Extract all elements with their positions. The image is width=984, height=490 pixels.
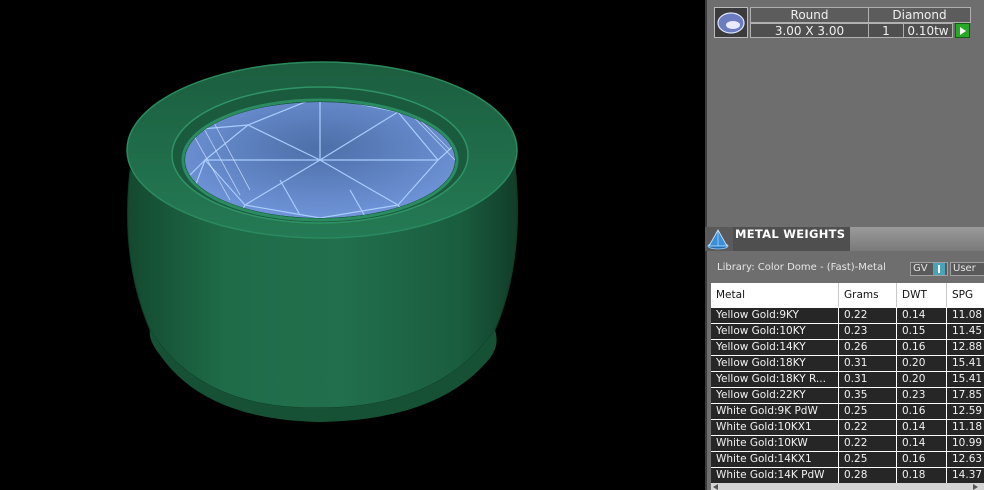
cell-metal: White Gold:14K PdW <box>711 468 838 483</box>
column-header-metal[interactable]: Metal <box>711 283 839 307</box>
cell-metal: White Gold:10KW <box>711 436 838 451</box>
stone-quantity[interactable]: 1 <box>868 23 904 38</box>
table-row[interactable]: Yellow Gold:14KY 0.26 0.16 12.88 <box>711 340 984 356</box>
cell-dwt: 0.18 <box>897 468 946 483</box>
cell-spg: 12.59 <box>947 404 984 419</box>
cell-spg: 15.41 <box>947 356 984 371</box>
cell-grams: 0.31 <box>839 356 896 371</box>
cell-spg: 14.37 <box>947 468 984 483</box>
cell-grams: 0.26 <box>839 340 896 355</box>
column-header-dwt[interactable]: DWT <box>897 283 947 307</box>
cell-metal: Yellow Gold:18KY R... <box>711 372 838 387</box>
stone-size: 3.00 X 3.00 <box>750 23 869 38</box>
library-label: Library: Color Dome - (Fast)-Metal <box>717 262 886 273</box>
cell-metal: Yellow Gold:9KY <box>711 308 838 323</box>
stone-type: Diamond <box>868 7 971 23</box>
cell-spg: 15.41 <box>947 372 984 387</box>
cell-metal: Yellow Gold:18KY <box>711 356 838 371</box>
cell-dwt: 0.16 <box>897 404 946 419</box>
table-row[interactable]: White Gold:9K PdW 0.25 0.16 12.59 <box>711 404 984 420</box>
ring-model[interactable] <box>0 0 705 490</box>
cell-dwt: 0.20 <box>897 356 946 371</box>
cell-metal: Yellow Gold:22KY <box>711 388 838 403</box>
metal-weights-header[interactable]: METAL WEIGHTS <box>705 227 984 251</box>
cell-metal: Yellow Gold:10KY <box>711 324 838 339</box>
metal-cone-icon <box>705 228 731 250</box>
cell-grams: 0.22 <box>839 436 896 451</box>
cell-metal: White Gold:14KX1 <box>711 452 838 467</box>
cell-metal: White Gold:10KX1 <box>711 420 838 435</box>
cell-grams: 0.23 <box>839 324 896 339</box>
cell-dwt: 0.14 <box>897 420 946 435</box>
cell-grams: 0.25 <box>839 452 896 467</box>
cell-dwt: 0.16 <box>897 340 946 355</box>
table-row[interactable]: White Gold:10KX1 0.22 0.14 11.18 <box>711 420 984 436</box>
cell-metal: Yellow Gold:14KY <box>711 340 838 355</box>
user-toggle[interactable]: User <box>950 262 984 276</box>
stone-weight: 0.10tw <box>903 23 953 38</box>
table-row[interactable]: Yellow Gold:9KY 0.22 0.14 11.08 <box>711 308 984 324</box>
scroll-left-icon[interactable] <box>713 484 718 490</box>
metal-weights-table: Metal Grams DWT SPG Yellow Gold:9KY 0.22 0… <box>711 283 984 483</box>
cell-spg: 12.63 <box>947 452 984 467</box>
properties-panel: Round Diamond 3.00 X 3.00 1 0.10tw METAL… <box>705 0 984 490</box>
cell-grams: 0.22 <box>839 420 896 435</box>
table-row[interactable]: White Gold:14K PdW 0.28 0.18 14.37 <box>711 468 984 484</box>
scroll-right-icon[interactable] <box>973 484 978 490</box>
stone-info: Round Diamond 3.00 X 3.00 1 0.10tw <box>714 6 972 40</box>
column-header-grams[interactable]: Grams <box>839 283 897 307</box>
cell-grams: 0.25 <box>839 404 896 419</box>
cell-dwt: 0.16 <box>897 452 946 467</box>
round-diamond-thumbnail-icon[interactable] <box>714 7 748 38</box>
cell-spg: 10.99 <box>947 436 984 451</box>
stone-shape: Round <box>750 7 869 23</box>
cell-grams: 0.22 <box>839 308 896 323</box>
column-header-spg[interactable]: SPG <box>947 283 984 307</box>
gv-info-icon[interactable] <box>933 263 945 275</box>
metal-weights-title: METAL WEIGHTS <box>735 227 846 241</box>
cell-dwt: 0.20 <box>897 372 946 387</box>
horizontal-scrollbar[interactable] <box>711 483 984 490</box>
table-row[interactable]: White Gold:10KW 0.22 0.14 10.99 <box>711 436 984 452</box>
cell-spg: 12.88 <box>947 340 984 355</box>
cell-spg: 17.85 <box>947 388 984 403</box>
table-row[interactable]: Yellow Gold:18KY R... 0.31 0.20 15.41 <box>711 372 984 388</box>
table-row[interactable]: Yellow Gold:18KY 0.31 0.20 15.41 <box>711 356 984 372</box>
table-row[interactable]: Yellow Gold:10KY 0.23 0.15 11.45 <box>711 324 984 340</box>
cell-dwt: 0.23 <box>897 388 946 403</box>
cell-spg: 11.18 <box>947 420 984 435</box>
3d-viewport[interactable] <box>0 0 705 490</box>
table-row[interactable]: Yellow Gold:22KY 0.35 0.23 17.85 <box>711 388 984 404</box>
cell-metal: White Gold:9K PdW <box>711 404 838 419</box>
cell-grams: 0.28 <box>839 468 896 483</box>
cell-grams: 0.31 <box>839 372 896 387</box>
cell-spg: 11.45 <box>947 324 984 339</box>
cell-dwt: 0.14 <box>897 308 946 323</box>
cell-spg: 11.08 <box>947 308 984 323</box>
cell-grams: 0.35 <box>839 388 896 403</box>
table-row[interactable]: White Gold:14KX1 0.25 0.16 12.63 <box>711 452 984 468</box>
play-icon[interactable] <box>955 23 970 38</box>
cell-dwt: 0.15 <box>897 324 946 339</box>
cell-dwt: 0.14 <box>897 436 946 451</box>
